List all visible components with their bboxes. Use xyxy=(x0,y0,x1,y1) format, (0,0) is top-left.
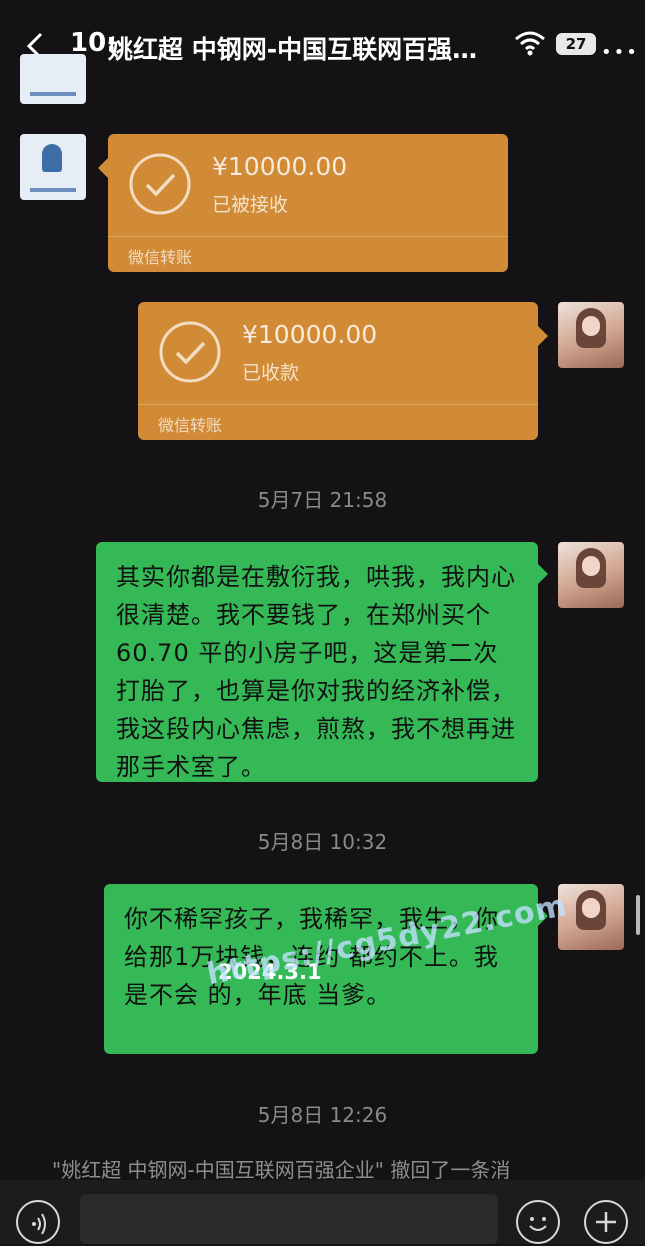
message-timestamp: 5月8日 10:32 xyxy=(257,830,388,854)
transfer-label: 微信转账 xyxy=(158,416,223,435)
sent-message[interactable]: 其实你都是在敷衍我，哄我，我内心很清楚。我不要钱了，在郑州买个 60.70 平的… xyxy=(96,542,548,782)
transfer-amount: ¥10000.00 xyxy=(212,152,348,181)
bubble-tail xyxy=(538,326,548,346)
message-text: 其实你都是在敷衍我，哄我，我内心很清楚。我不要钱了，在郑州买个 60.70 平的… xyxy=(116,563,516,781)
check-circle-icon xyxy=(129,153,191,215)
battery-indicator: 27 xyxy=(556,33,596,55)
contact-avatar[interactable] xyxy=(20,134,86,200)
transfer-status: 已收款 xyxy=(242,362,300,384)
message-timestamp: 5月7日 21:58 xyxy=(257,488,388,512)
transfer-card-collected[interactable]: ¥10000.00 已收款 微信转账 xyxy=(138,302,548,440)
plus-icon[interactable] xyxy=(584,1200,628,1244)
transfer-amount: ¥10000.00 xyxy=(242,320,378,349)
voice-glyph-icon xyxy=(32,1213,46,1235)
emoji-icon[interactable] xyxy=(516,1200,560,1244)
bubble-tail xyxy=(98,158,108,178)
wifi-icon xyxy=(515,31,545,56)
transfer-label: 微信转账 xyxy=(128,248,193,267)
transfer-card-received[interactable]: ¥10000.00 已被接收 微信转账 xyxy=(98,134,508,272)
check-circle-icon xyxy=(159,321,221,383)
message-input[interactable] xyxy=(80,1194,498,1244)
contact-avatar[interactable] xyxy=(20,54,86,104)
plus-glyph-icon xyxy=(596,1212,616,1232)
my-avatar[interactable] xyxy=(558,542,624,608)
message-timestamp: 5月8日 12:26 xyxy=(257,1103,388,1127)
bubble-tail xyxy=(538,564,548,584)
transfer-divider xyxy=(108,236,508,237)
recall-notice: "姚红超 中钢网-中国互联网百强企业" 撤回了一条消 xyxy=(52,1158,511,1182)
transfer-divider xyxy=(138,404,538,405)
voice-icon[interactable] xyxy=(16,1200,60,1244)
chat-title: 姚红超 中钢网-中国互联网百强… xyxy=(108,35,478,64)
my-avatar[interactable] xyxy=(558,302,624,368)
transfer-status: 已被接收 xyxy=(212,194,289,216)
more-icon[interactable]: ••• xyxy=(601,42,639,63)
smiley-glyph-icon xyxy=(529,1217,547,1231)
scrollbar[interactable] xyxy=(636,895,640,935)
